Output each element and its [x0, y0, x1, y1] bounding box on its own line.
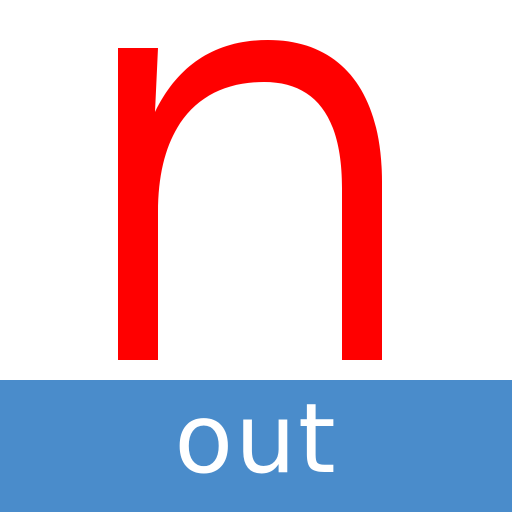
- letter-n-shape: [118, 40, 382, 360]
- app-icon: out: [0, 0, 512, 512]
- label-band: out: [0, 380, 512, 512]
- band-label: out: [174, 383, 338, 495]
- letter-n-glyph: [118, 40, 382, 360]
